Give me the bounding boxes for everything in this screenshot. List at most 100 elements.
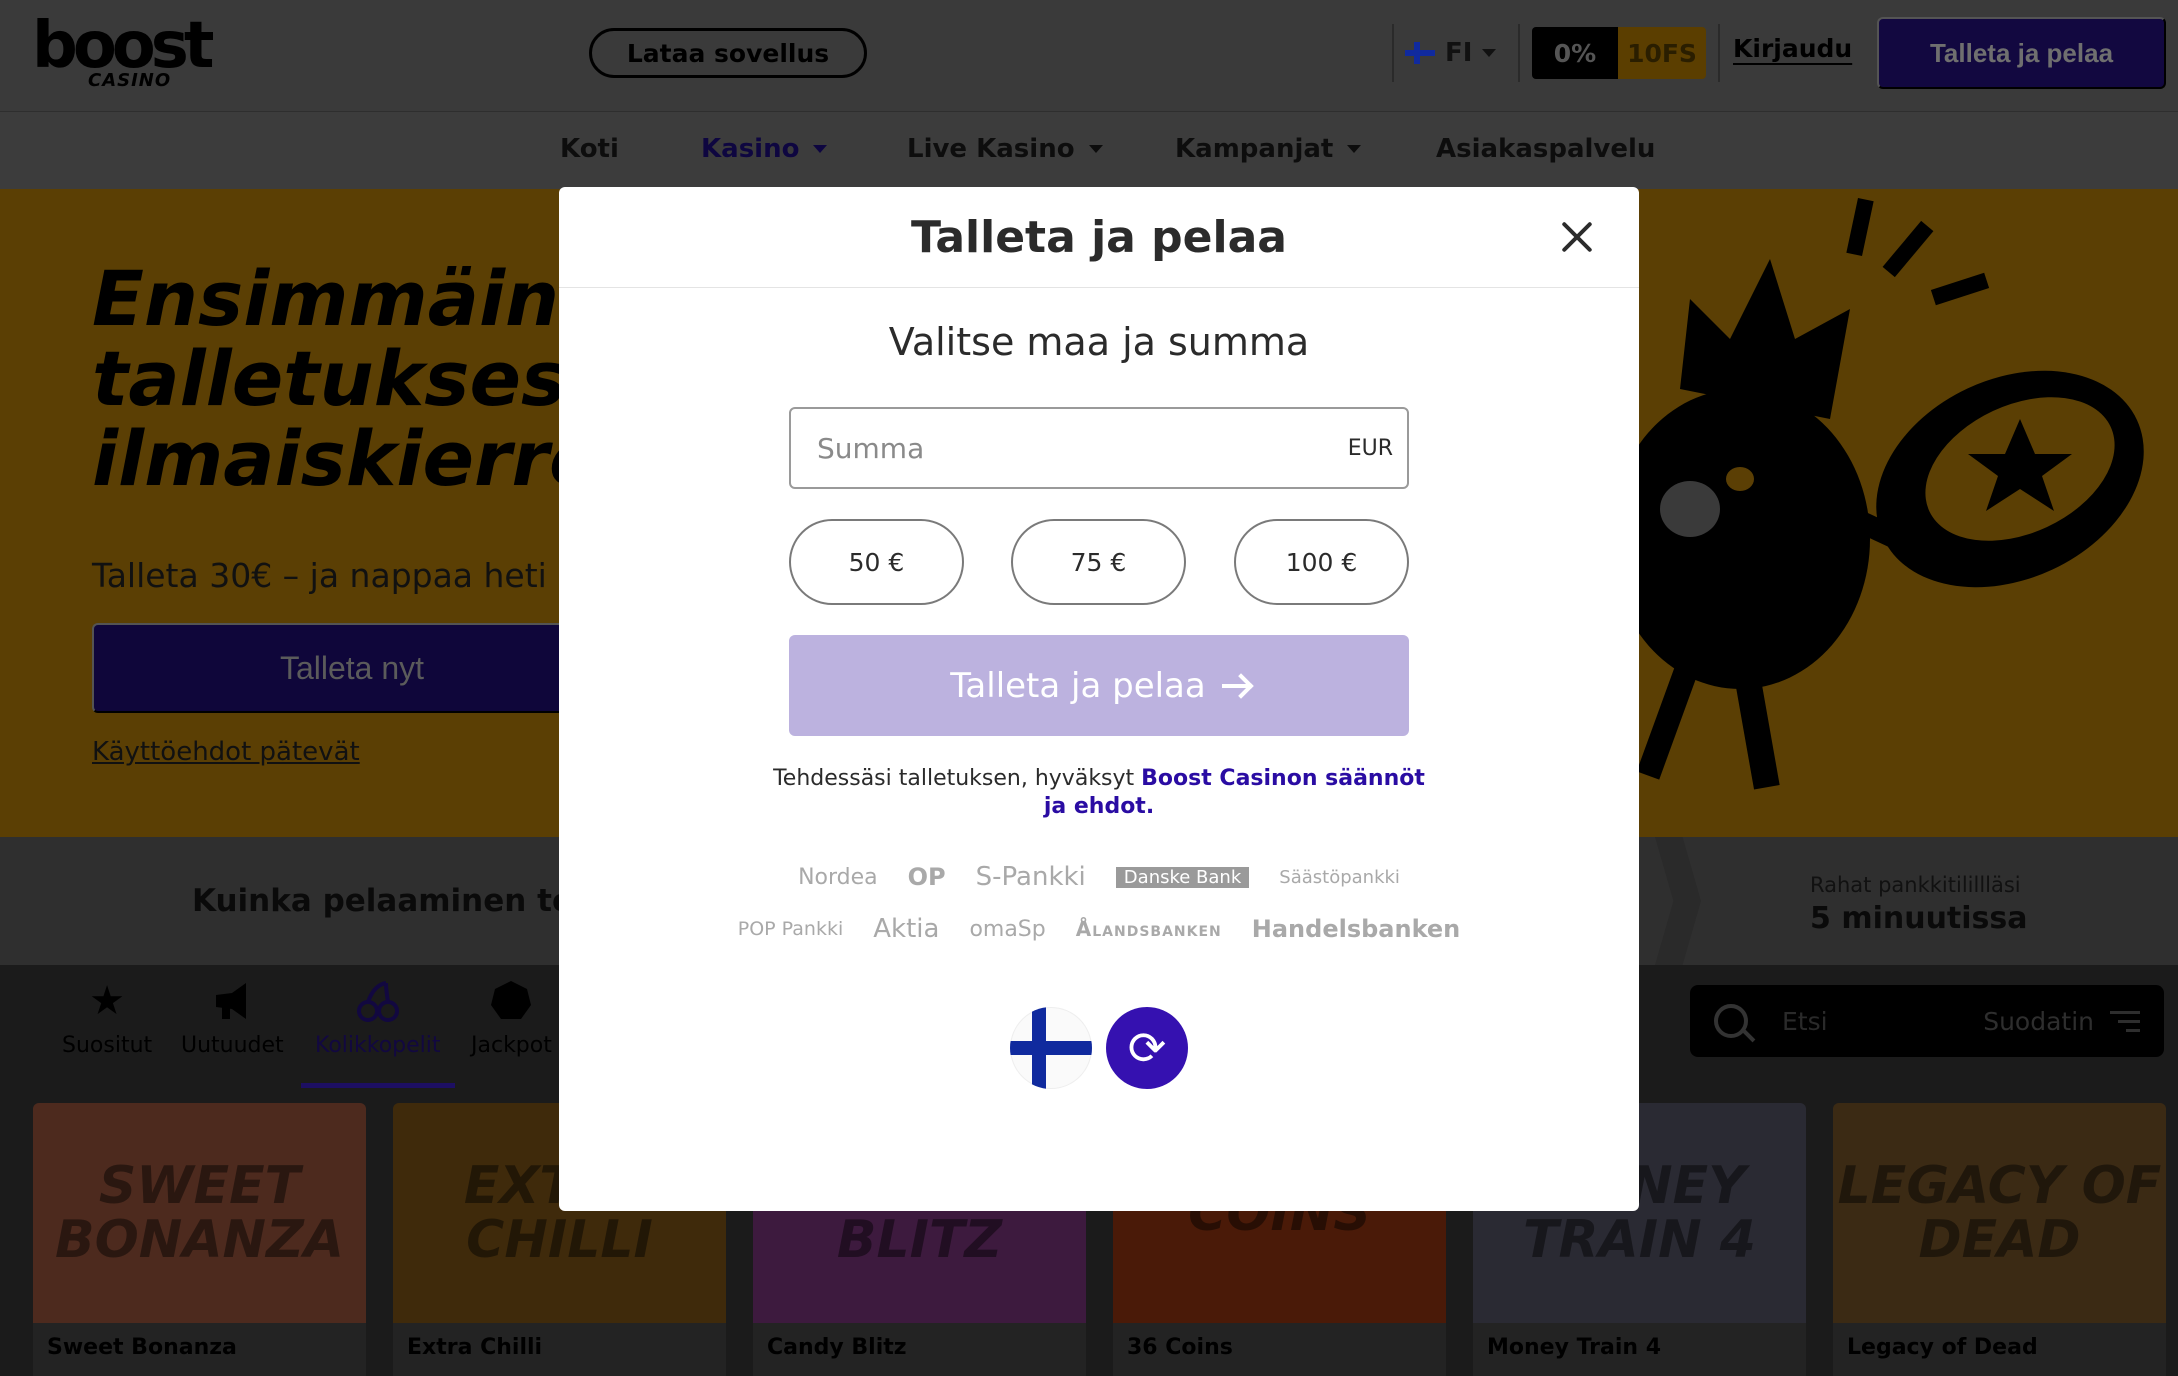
megaphone-icon: [210, 979, 254, 1023]
main-nav: Koti Kasino Live Kasino Kampanjat Asiaka…: [0, 111, 2178, 189]
how-it-works-title: Kuinka pelaaminen toim: [192, 883, 617, 919]
amount-chip-100[interactable]: 100 €: [1234, 519, 1409, 605]
bank-logo-op: OP: [907, 863, 946, 891]
deposit-now-button[interactable]: Talleta nyt: [92, 623, 612, 713]
boost-casino-logo[interactable]: boost CASINO: [32, 14, 232, 94]
divider: [1392, 24, 1394, 82]
hero-subtitle: Talleta 30€ – ja nappaa heti 100: [92, 556, 621, 595]
bank-logo-danske: Danske Bank: [1115, 866, 1250, 888]
logo-wordmark: boost: [32, 9, 214, 83]
language-selector[interactable]: FI: [1405, 30, 1497, 76]
bank-logo-omasp: omaSp: [969, 916, 1046, 942]
bank-logo-alandsbanken: Ålandsbanken: [1075, 917, 1222, 941]
country-selector: ⟳: [559, 1007, 1639, 1089]
nav-label: Koti: [560, 134, 619, 164]
filter-button[interactable]: Suodatin: [1983, 1007, 2140, 1036]
game-art-text: SWEET BONANZA: [54, 1156, 345, 1270]
divider: [1718, 24, 1720, 82]
finland-flag-icon: [1405, 42, 1435, 64]
search-placeholder[interactable]: Etsi: [1782, 1007, 1983, 1036]
game-tile-legacy-of-dead[interactable]: LEGACY OF DEAD Legacy of Dead: [1833, 1103, 2166, 1376]
bonus-badge-freespins: 10FS: [1618, 27, 1706, 79]
payout-info: Rahat pankkitilillläsi 5 minuutissa: [1810, 873, 2028, 936]
nav-label: Asiakaspalvelu: [1436, 134, 1656, 164]
nav-label: Kasino: [701, 134, 800, 164]
bonus-badge[interactable]: 0% 10FS: [1532, 27, 1706, 79]
amount-chip-50[interactable]: 50 €: [789, 519, 964, 605]
bank-logo-handelsbanken: Handelsbanken: [1251, 915, 1461, 943]
top-header: boost CASINO Lataa sovellus FI 0% 10FS K…: [0, 0, 2178, 111]
amount-input[interactable]: [817, 431, 1348, 465]
category-label: Uutuudet: [181, 1033, 284, 1058]
download-app-button[interactable]: Lataa sovellus: [589, 28, 867, 78]
category-new[interactable]: Uutuudet: [181, 979, 284, 1058]
terms-notice: Tehdessäsi talletuksen, hyväksyt Boost C…: [759, 765, 1439, 821]
deposit-modal: Talleta ja pelaa Valitse maa ja summa EU…: [559, 187, 1639, 1211]
payout-time: 5 minuutissa: [1810, 901, 2028, 936]
filter-icon: [2110, 1010, 2140, 1032]
chevron-down-icon: [1088, 145, 1103, 153]
login-link[interactable]: Kirjaudu: [1733, 34, 1852, 63]
filter-label: Suodatin: [1983, 1006, 2094, 1036]
swap-country-icon[interactable]: ⟳: [1106, 1007, 1188, 1089]
jackpot-icon: [489, 979, 533, 1023]
modal-subtitle: Valitse maa ja summa: [888, 320, 1310, 364]
category-label: Suositut: [62, 1033, 153, 1058]
logo-subtitle: CASINO: [88, 70, 172, 91]
arrow-right-icon: [1221, 683, 1248, 688]
cherries-icon: [356, 979, 400, 1023]
game-thumbnail: LEGACY OF DEAD: [1833, 1103, 2166, 1323]
bank-logo-saastopankki: Säästöpankki: [1279, 866, 1400, 888]
game-name: Legacy of Dead: [1847, 1335, 2038, 1360]
modal-header: Talleta ja pelaa: [559, 187, 1639, 288]
chevron-down-icon: [813, 145, 828, 153]
chevron-down-icon: [1482, 49, 1497, 57]
game-name: Sweet Bonanza: [47, 1335, 237, 1360]
category-slots[interactable]: Kolikkopelit: [301, 979, 455, 1088]
bonus-badge-percent: 0%: [1532, 27, 1618, 79]
game-name: Extra Chilli: [407, 1335, 543, 1360]
terms-text: Tehdessäsi talletuksen, hyväksyt: [773, 766, 1142, 791]
game-art-text: LEGACY OF DEAD: [1837, 1156, 2162, 1270]
deposit-and-play-button[interactable]: Talleta ja pelaa: [1877, 17, 2166, 89]
payout-label: Rahat pankkitilillläsi: [1810, 873, 2021, 897]
category-label: Kolikkopelit: [315, 1033, 441, 1058]
chevron-down-icon: [1347, 145, 1362, 153]
currency-label: EUR: [1347, 435, 1393, 461]
terms-apply-link[interactable]: Käyttöehdot pätevät: [92, 737, 360, 767]
mascot-illustration: [1620, 197, 2144, 790]
submit-deposit-button[interactable]: Talleta ja pelaa: [789, 635, 1409, 736]
finland-flag-icon[interactable]: [1010, 1007, 1092, 1089]
category-label: Jackpot: [471, 1033, 552, 1058]
nav-item-campaigns[interactable]: Kampanjat: [1175, 134, 1362, 164]
category-jackpot[interactable]: Jackpot: [471, 979, 552, 1058]
bank-logos: Nordea OP S-Pankki Danske Bank Säästöpan…: [559, 862, 1639, 966]
nav-item-live-casino[interactable]: Live Kasino: [907, 134, 1103, 164]
amount-field[interactable]: EUR: [789, 407, 1409, 489]
bank-logo-s-pankki: S-Pankki: [975, 862, 1086, 892]
game-tile-sweet-bonanza[interactable]: SWEET BONANZA Sweet Bonanza: [33, 1103, 366, 1376]
bank-logo-aktia: Aktia: [873, 914, 940, 944]
active-underline: [301, 1083, 455, 1088]
game-name: 36 Coins: [1127, 1335, 1233, 1360]
nav-item-home[interactable]: Koti: [560, 134, 619, 164]
language-code: FI: [1445, 38, 1473, 68]
star-icon: ★: [89, 978, 125, 1024]
modal-title: Talleta ja pelaa: [911, 211, 1287, 263]
game-search-bar[interactable]: Etsi Suodatin: [1690, 985, 2164, 1057]
bank-logo-pop-pankki: POP Pankki: [737, 918, 844, 940]
category-popular[interactable]: ★ Suositut: [62, 979, 152, 1058]
bank-logo-nordea: Nordea: [798, 864, 878, 890]
search-icon: [1714, 1004, 1748, 1038]
nav-label: Live Kasino: [907, 134, 1075, 164]
amount-chip-75[interactable]: 75 €: [1011, 519, 1186, 605]
nav-label: Kampanjat: [1175, 134, 1334, 164]
game-thumbnail: SWEET BONANZA: [33, 1103, 366, 1323]
nav-item-casino[interactable]: Kasino: [701, 134, 828, 164]
submit-label: Talleta ja pelaa: [950, 665, 1206, 706]
game-name: Candy Blitz: [767, 1335, 907, 1360]
close-icon[interactable]: [1555, 215, 1599, 259]
game-name: Money Train 4: [1487, 1335, 1662, 1360]
nav-item-customer-service[interactable]: Asiakaspalvelu: [1436, 134, 1655, 164]
chevron-right-icon: [1655, 837, 1701, 965]
